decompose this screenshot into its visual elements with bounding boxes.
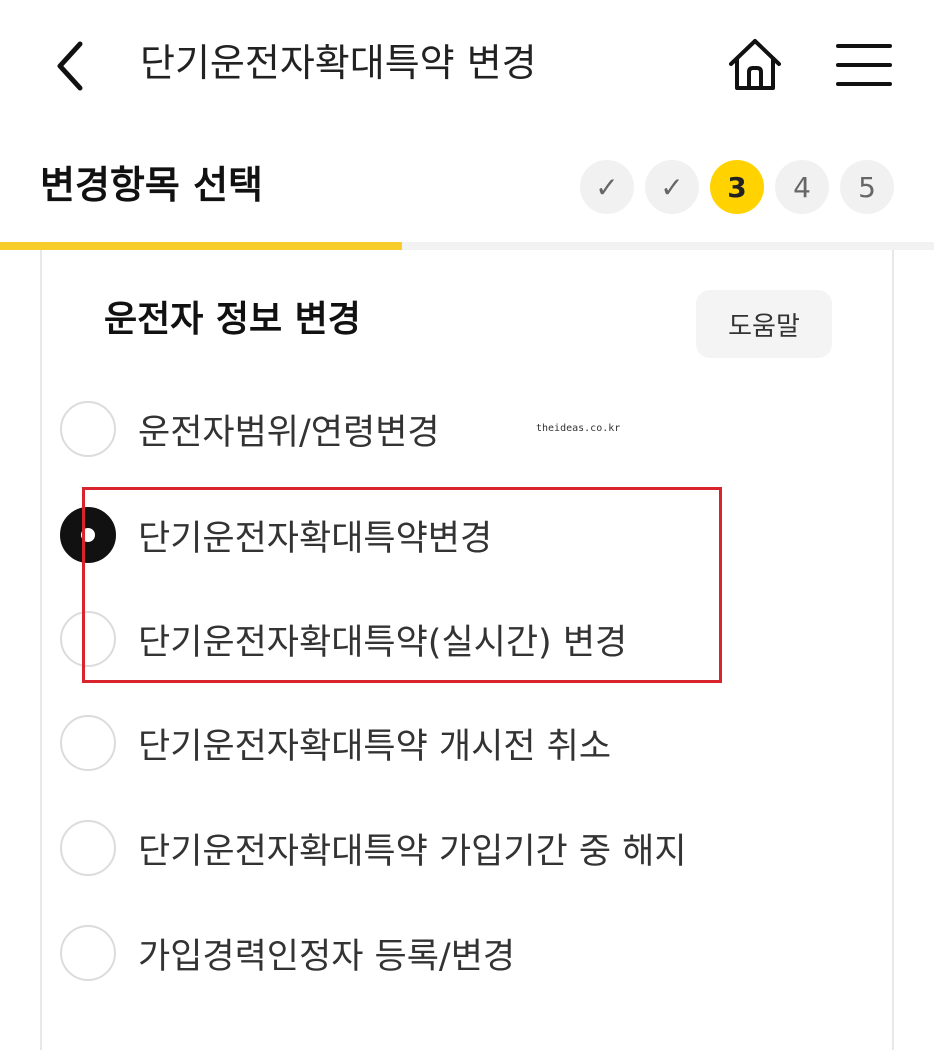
radio-button[interactable] xyxy=(60,611,116,667)
option-terminate-during-period[interactable]: 단기운전자확대특약 가입기간 중 해지 xyxy=(60,813,687,883)
option-label: 단기운전자확대특약(실시간) 변경 xyxy=(138,622,628,663)
section-title: 운전자 정보 변경 xyxy=(104,299,361,340)
step-5: 5 xyxy=(840,160,894,214)
home-icon xyxy=(729,39,781,90)
hamburger-menu-icon xyxy=(836,44,892,86)
option-label: 운전자범위/연령변경 xyxy=(138,412,440,453)
step-2-done: ✓ xyxy=(645,160,699,214)
app-header: 단기운전자확대특약 변경 xyxy=(0,0,934,130)
menu-button[interactable] xyxy=(834,38,894,92)
option-short-term-driver-realtime-change[interactable]: 단기운전자확대특약(실시간) 변경 xyxy=(60,604,627,674)
option-driver-range-age[interactable]: 운전자범위/연령변경 xyxy=(60,394,440,464)
page-title: 단기운전자확대특약 변경 xyxy=(140,41,537,85)
step-4: 4 xyxy=(775,160,829,214)
radio-button[interactable] xyxy=(60,925,116,981)
option-label: 단기운전자확대특약변경 xyxy=(138,518,493,559)
option-register-experience[interactable]: 가입경력인정자 등록/변경 xyxy=(60,918,515,988)
step-title: 변경항목 선택 xyxy=(40,163,263,207)
progress-bar-fill xyxy=(0,242,402,250)
watermark-text: theideas.co.kr xyxy=(536,423,621,434)
radio-button[interactable] xyxy=(60,401,116,457)
option-label: 가입경력인정자 등록/변경 xyxy=(138,936,516,977)
step-3-current: 3 xyxy=(710,160,764,214)
chevron-left-icon xyxy=(57,41,83,91)
progress-bar xyxy=(0,242,934,250)
step-1-done: ✓ xyxy=(580,160,634,214)
radio-button-selected[interactable] xyxy=(60,507,116,563)
option-label: 단기운전자확대특약 개시전 취소 xyxy=(138,726,612,767)
option-short-term-driver-change[interactable]: 단기운전자확대특약변경 xyxy=(60,500,492,570)
back-button[interactable] xyxy=(48,38,96,94)
option-cancel-before-start[interactable]: 단기운전자확대특약 개시전 취소 xyxy=(60,708,611,778)
help-button[interactable]: 도움말 xyxy=(696,290,832,358)
option-label: 단기운전자확대특약 가입기간 중 해지 xyxy=(138,831,687,872)
radio-button[interactable] xyxy=(60,820,116,876)
home-button[interactable] xyxy=(724,34,786,96)
radio-button[interactable] xyxy=(60,715,116,771)
step-indicator: ✓ ✓ 3 4 5 xyxy=(580,160,894,214)
step-indicator-row: 변경항목 선택 ✓ ✓ 3 4 5 xyxy=(0,140,934,240)
